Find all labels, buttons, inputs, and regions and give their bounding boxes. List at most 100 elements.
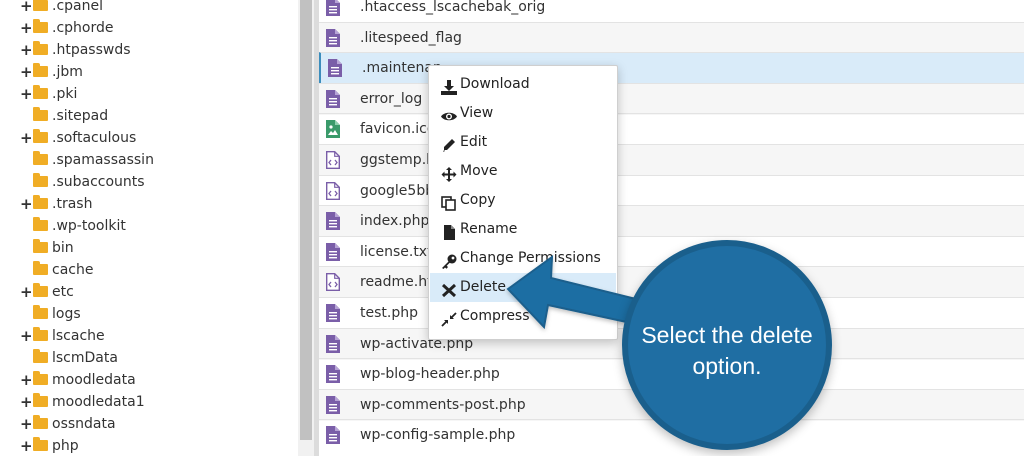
tree-item-label[interactable]: lscmData — [52, 347, 118, 369]
tree-item[interactable]: cache — [0, 259, 298, 281]
tree-item-label[interactable]: ossndata — [52, 413, 116, 435]
tree-item-label[interactable]: .softaculous — [52, 127, 136, 149]
menu-item-view[interactable]: View — [430, 99, 616, 128]
tree-item[interactable]: + .htpasswds — [0, 39, 298, 61]
tree-item[interactable]: .wp-toolkit — [0, 215, 298, 237]
tree-item-label[interactable]: .trash — [52, 193, 92, 215]
expand-icon[interactable]: + — [20, 127, 33, 149]
file-row[interactable]: .litespeed_flag — [319, 21, 1024, 54]
folder-icon — [33, 0, 48, 11]
tree-item-label[interactable]: bin — [52, 237, 74, 259]
menu-item-change-permissions[interactable]: Change Permissions — [430, 244, 616, 273]
expand-icon[interactable]: + — [20, 435, 33, 456]
tree-item[interactable]: + .cpanel — [0, 0, 298, 17]
menu-item-copy[interactable]: Copy — [430, 186, 616, 215]
file-row[interactable]: ggstemp.ht — [319, 144, 1024, 176]
expand-icon[interactable]: + — [20, 0, 33, 17]
key-icon — [441, 251, 457, 269]
tree-item[interactable]: .spamassassin — [0, 149, 298, 171]
file-name[interactable]: favicon.ico — [360, 114, 435, 145]
file-name[interactable]: license.txt — [360, 237, 433, 268]
expand-icon[interactable]: + — [20, 193, 33, 215]
menu-item-label: View — [460, 105, 494, 121]
menu-item-label: Move — [460, 163, 498, 179]
expand-icon[interactable]: + — [20, 281, 33, 303]
tree-item[interactable]: .subaccounts — [0, 171, 298, 193]
file-name[interactable]: .litespeed_flag — [360, 23, 462, 54]
tree-item[interactable]: lscmData — [0, 347, 298, 369]
file-row[interactable]: index.php — [319, 205, 1024, 238]
tree-item-label[interactable]: .spamassassin — [52, 149, 154, 171]
tree-item-label[interactable]: cache — [52, 259, 93, 281]
text-file-icon — [326, 28, 340, 47]
expand-icon[interactable]: + — [20, 39, 33, 61]
tree-item-label[interactable]: .pki — [52, 83, 77, 105]
file-name[interactable]: readme.htr — [360, 267, 438, 298]
tree-item-label[interactable]: moodledata1 — [52, 391, 145, 413]
tree-item[interactable]: .sitepad — [0, 105, 298, 127]
tree-item[interactable]: + php — [0, 435, 298, 456]
tree-item-label[interactable]: .cpanel — [52, 0, 103, 17]
tree-item-label[interactable]: .cphorde — [52, 17, 113, 39]
tree-item[interactable]: logs — [0, 303, 298, 325]
expand-icon[interactable]: + — [20, 325, 33, 347]
menu-item-label: Edit — [460, 134, 488, 150]
tree-item[interactable]: + etc — [0, 281, 298, 303]
menu-item-delete[interactable]: Delete — [430, 273, 616, 302]
tree-item[interactable]: + .cphorde — [0, 17, 298, 39]
menu-item-rename[interactable]: Rename — [430, 215, 616, 244]
tree-item-label[interactable]: logs — [52, 303, 81, 325]
eye-icon — [441, 106, 457, 121]
folder-icon — [33, 349, 48, 363]
tree-item-label[interactable]: .htpasswds — [52, 39, 131, 61]
file-row[interactable]: .maintenan — [319, 52, 1024, 85]
file-row[interactable]: error_log — [319, 82, 1024, 115]
tree-item-label[interactable]: .wp-toolkit — [52, 215, 126, 237]
file-name[interactable]: index.php — [360, 206, 429, 237]
tree-item-label[interactable]: php — [52, 435, 79, 456]
expand-icon[interactable]: + — [20, 413, 33, 435]
tree-item-label[interactable]: .jbm — [52, 61, 83, 83]
tree-item-label[interactable]: .subaccounts — [52, 171, 145, 193]
tree-item[interactable]: bin — [0, 237, 298, 259]
file-name[interactable]: wp-blog-header.php — [360, 359, 500, 390]
code-file-icon — [326, 151, 340, 169]
tree-item[interactable]: + .pki — [0, 83, 298, 105]
menu-item-label: Download — [460, 76, 530, 92]
tree-item[interactable]: + .softaculous — [0, 127, 298, 149]
tree-item[interactable]: + .jbm — [0, 61, 298, 83]
tree-scrollbar-thumb[interactable] — [300, 0, 312, 440]
file-name[interactable]: wp-config-sample.php — [360, 420, 515, 451]
file-row[interactable]: .htaccess_lscachebak_orig — [319, 0, 1024, 23]
menu-item-move[interactable]: Move — [430, 157, 616, 186]
folder-icon — [33, 151, 48, 165]
file-name[interactable]: error_log — [360, 84, 422, 115]
expand-icon[interactable]: + — [20, 17, 33, 39]
file-name[interactable]: test.php — [360, 298, 418, 329]
tree-item-label[interactable]: moodledata — [52, 369, 136, 391]
text-file-icon — [328, 59, 342, 78]
folder-icon — [33, 283, 48, 297]
code-file-icon — [326, 273, 340, 292]
tree-scrollbar[interactable] — [298, 0, 314, 456]
file-name[interactable]: wp-comments-post.php — [360, 390, 526, 421]
tree-item-label[interactable]: lscache — [52, 325, 105, 347]
file-name[interactable]: .htaccess_lscachebak_orig — [360, 0, 545, 23]
menu-item-download[interactable]: Download — [430, 70, 616, 99]
tree-item[interactable]: + moodledata — [0, 369, 298, 391]
expand-icon[interactable]: + — [20, 369, 33, 391]
file-row[interactable]: google5bb4 — [319, 174, 1024, 207]
tree-item[interactable]: + lscache — [0, 325, 298, 347]
tree-item[interactable]: + ossndata — [0, 413, 298, 435]
tree-item-label[interactable]: .sitepad — [52, 105, 108, 127]
menu-item-compress[interactable]: Compress — [430, 302, 616, 331]
tree-item[interactable]: + moodledata1 — [0, 391, 298, 413]
expand-icon[interactable]: + — [20, 83, 33, 105]
tree-item-label[interactable]: etc — [52, 281, 74, 303]
file-row[interactable]: favicon.ico — [319, 113, 1024, 145]
tree-item[interactable]: + .trash — [0, 193, 298, 215]
expand-icon[interactable]: + — [20, 391, 33, 413]
download-icon — [441, 77, 457, 95]
expand-icon[interactable]: + — [20, 61, 33, 83]
menu-item-edit[interactable]: Edit — [430, 128, 616, 157]
